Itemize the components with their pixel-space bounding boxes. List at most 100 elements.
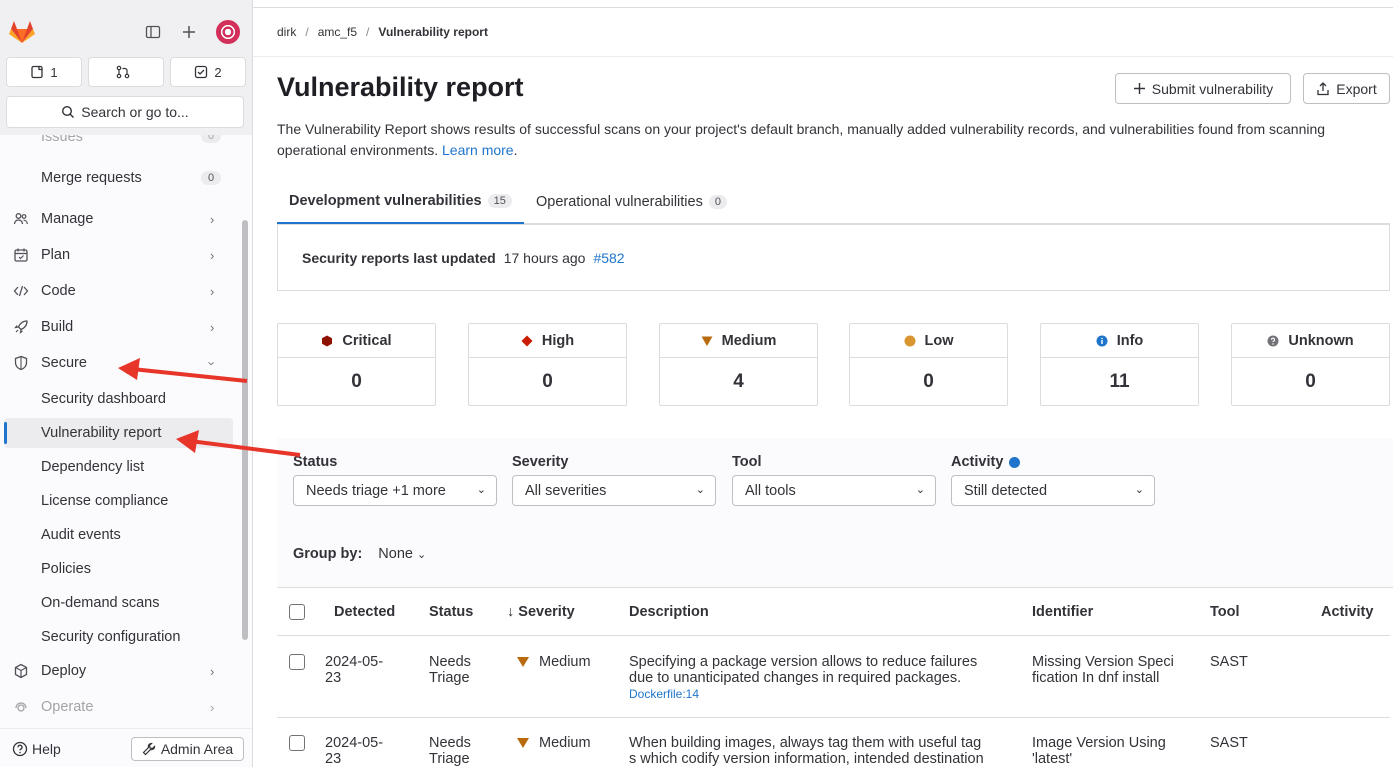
tab-count-badge: 15 xyxy=(487,194,512,208)
description-cell[interactable]: When building images, always tag them wi… xyxy=(629,735,984,767)
admin-area-button[interactable]: Admin Area xyxy=(131,737,244,761)
breadcrumb-item-group[interactable]: dirk xyxy=(277,25,296,39)
sidebar-item-label: Build xyxy=(41,319,74,335)
issues-count: 1 xyxy=(50,64,58,80)
sidebar-item-secure[interactable]: Secure › xyxy=(0,348,240,378)
export-button[interactable]: Export xyxy=(1303,73,1390,104)
activity-filter: Activity Still detected ⌄ xyxy=(951,454,1155,506)
question-icon xyxy=(12,741,28,757)
severity-name: High xyxy=(541,332,575,349)
tool-filter: Tool All tools ⌄ xyxy=(732,454,936,506)
sidebar-item-security-dashboard[interactable]: Security dashboard xyxy=(0,384,240,414)
sidebar-item-label: Issues xyxy=(41,135,83,145)
group-by-value: None xyxy=(378,546,413,562)
sidebar-header: 1 2 Search or go to... xyxy=(0,0,252,135)
group-by-dropdown[interactable]: None ⌄ xyxy=(378,546,426,562)
sidebar-item-deploy[interactable]: Deploy › xyxy=(0,656,240,686)
submit-vulnerability-button[interactable]: Submit vulnerability xyxy=(1115,73,1291,104)
chevron-right-icon: › xyxy=(210,699,215,715)
identifier-cell: Missing Version Speci fication In dnf ins… xyxy=(1032,654,1174,686)
sidebar-item-operate[interactable]: Operate › xyxy=(0,692,240,722)
breadcrumb-item-project[interactable]: amc_f5 xyxy=(318,25,357,39)
breadcrumb-divider xyxy=(253,56,1393,57)
todos-counter-button[interactable]: 2 xyxy=(170,57,246,87)
sidebar-item-issues[interactable]: Issues 0 xyxy=(0,135,240,153)
deploy-icon xyxy=(12,662,30,680)
column-header-tool[interactable]: Tool xyxy=(1210,604,1240,620)
activity-filter-dropdown[interactable]: Still detected ⌄ xyxy=(951,475,1155,506)
pipeline-link[interactable]: #582 xyxy=(593,250,624,266)
issues-badge: 0 xyxy=(201,135,222,143)
issues-counter-button[interactable]: 1 xyxy=(6,57,82,87)
merge-requests-counter-button[interactable] xyxy=(88,57,164,87)
filters-panel: Status Needs triage +1 more ⌄ Severity A… xyxy=(277,438,1393,588)
sidebar-item-vulnerability-report[interactable]: Vulnerability report xyxy=(4,418,233,448)
sidebar-item-build[interactable]: Build › xyxy=(0,312,240,342)
chevron-right-icon: › xyxy=(210,211,215,227)
sidebar-item-policies[interactable]: Policies xyxy=(0,554,240,584)
sidebar-item-label: Dependency list xyxy=(41,459,145,475)
rocket-icon xyxy=(12,318,30,336)
column-header-status[interactable]: Status xyxy=(429,604,473,620)
sidebar-item-label: License compliance xyxy=(41,493,169,509)
severity-card-high: High 0 xyxy=(468,323,627,406)
sidebar-item-label: Operate xyxy=(41,699,94,715)
tool-cell: SAST xyxy=(1210,735,1248,751)
sidebar-item-label: Secure xyxy=(41,355,87,371)
sidebar-item-plan[interactable]: Plan › xyxy=(0,240,240,270)
column-header-description: Description xyxy=(629,604,709,620)
sidebar-item-on-demand-scans[interactable]: On-demand scans xyxy=(0,588,240,618)
sidebar-scrollbar[interactable] xyxy=(242,220,248,640)
help-button[interactable]: Help xyxy=(12,741,61,757)
todo-icon xyxy=(195,65,208,79)
column-header-detected[interactable]: Detected xyxy=(334,604,395,620)
user-avatar[interactable] xyxy=(216,20,240,44)
status-filter-dropdown[interactable]: Needs triage +1 more ⌄ xyxy=(293,475,497,506)
help-label: Help xyxy=(32,741,61,757)
admin-area-label: Admin Area xyxy=(160,741,234,757)
sidebar-item-code[interactable]: Code › xyxy=(0,276,240,306)
top-border xyxy=(253,0,1393,8)
sidebar-item-manage[interactable]: Manage › xyxy=(0,204,240,234)
severity-low-icon xyxy=(904,335,915,346)
description-cell[interactable]: Specifying a package version allows to r… xyxy=(629,654,977,686)
select-all-checkbox[interactable] xyxy=(289,604,305,620)
status-text: Needs Triage xyxy=(429,735,471,767)
tab-operational-vulnerabilities[interactable]: Operational vulnerabilities 0 xyxy=(524,180,739,224)
sidebar-item-label: Code xyxy=(41,283,76,299)
sidebar-item-license-compliance[interactable]: License compliance xyxy=(0,486,240,516)
severity-filter-dropdown[interactable]: All severities ⌄ xyxy=(512,475,716,506)
tab-development-vulnerabilities[interactable]: Development vulnerabilities 15 xyxy=(277,180,524,224)
file-location-link[interactable]: Dockerfile:14 xyxy=(629,686,699,702)
row-checkbox[interactable] xyxy=(289,735,305,751)
sidebar-item-security-configuration[interactable]: Security configuration xyxy=(0,622,240,652)
learn-more-link[interactable]: Learn more xyxy=(442,142,514,158)
column-header-severity[interactable]: ↓ Severity xyxy=(507,604,575,620)
table-divider xyxy=(277,635,1390,636)
description-end: . xyxy=(513,142,518,158)
sidebar-item-dependency-list[interactable]: Dependency list xyxy=(0,452,240,482)
severity-count: 0 xyxy=(923,370,934,392)
sidebar-item-merge-requests[interactable]: Merge requests 0 xyxy=(0,163,240,193)
gitlab-logo-icon[interactable] xyxy=(8,18,36,46)
severity-count: 0 xyxy=(351,370,362,392)
todos-count: 2 xyxy=(214,64,222,80)
severity-count: 11 xyxy=(1109,370,1130,392)
severity-critical-icon xyxy=(322,335,333,346)
collapse-sidebar-icon[interactable] xyxy=(144,23,162,41)
row-checkbox[interactable] xyxy=(289,654,305,670)
sidebar-item-audit-events[interactable]: Audit events xyxy=(0,520,240,550)
plus-icon[interactable] xyxy=(180,23,198,41)
issues-icon xyxy=(31,65,44,79)
breadcrumb-item-current[interactable]: Vulnerability report xyxy=(378,25,488,39)
search-button[interactable]: Search or go to... xyxy=(6,96,244,128)
severity-filter-value: All severities xyxy=(525,482,607,499)
breadcrumb: dirk / amc_f5 / Vulnerability report xyxy=(277,25,488,39)
tool-cell: SAST xyxy=(1210,654,1248,670)
left-sidebar: 1 2 Search or go to... Issues 0 Merge re… xyxy=(0,0,253,767)
cloud-gear-icon xyxy=(12,698,30,716)
severity-filter-label: Severity xyxy=(512,454,569,470)
chevron-right-icon: › xyxy=(210,283,215,299)
tool-filter-dropdown[interactable]: All tools ⌄ xyxy=(732,475,936,506)
code-icon xyxy=(12,282,30,300)
